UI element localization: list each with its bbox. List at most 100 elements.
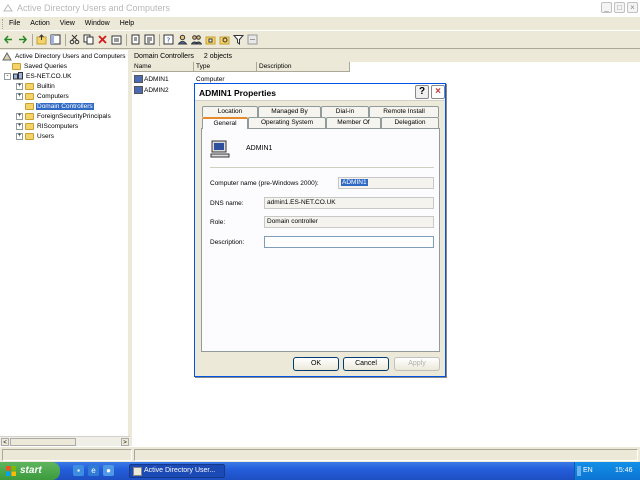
- expand-icon[interactable]: +: [16, 122, 23, 130]
- show-desktop-icon[interactable]: ▪: [73, 465, 84, 476]
- tab-general[interactable]: General: [202, 117, 248, 129]
- find-icon[interactable]: [219, 34, 230, 45]
- tree-root[interactable]: Active Directory Users and Computers: [2, 51, 127, 61]
- delegate-icon[interactable]: [247, 34, 258, 45]
- pre2000-name-field[interactable]: ADMIN1: [338, 177, 434, 189]
- tree-item-domain-controllers[interactable]: Domain Controllers: [25, 101, 94, 111]
- tree-item-foreign-security-principals[interactable]: + ForeignSecurityPrincipals: [16, 111, 112, 121]
- taskbar-item-aduc[interactable]: Active Directory User...: [129, 464, 225, 478]
- tab-delegation[interactable]: Delegation: [381, 117, 439, 128]
- object-count: 2 objects: [203, 52, 232, 60]
- refresh-icon[interactable]: [130, 34, 141, 45]
- domain-icon: [13, 72, 23, 80]
- language-indicator[interactable]: EN: [583, 467, 593, 474]
- role-field[interactable]: Domain controller: [264, 216, 434, 228]
- help-button[interactable]: ?: [415, 85, 429, 99]
- tray-icon[interactable]: [577, 466, 581, 476]
- tree-item-saved-queries[interactable]: Saved Queries: [12, 61, 68, 71]
- title-bar[interactable]: Active Directory Users and Computers _ □…: [0, 0, 640, 17]
- close-button[interactable]: ×: [431, 85, 445, 99]
- dialog-title-bar[interactable]: ADMIN1 Properties ? ×: [195, 84, 445, 101]
- minimize-button[interactable]: _: [601, 2, 612, 13]
- pre2000-name-label: Computer name (pre-Windows 2000):: [210, 180, 319, 187]
- description-field[interactable]: [264, 236, 434, 248]
- tab-member-of[interactable]: Member Of: [326, 117, 381, 128]
- tab-managed-by[interactable]: Managed By: [258, 106, 321, 117]
- cut-icon[interactable]: [69, 34, 80, 45]
- tab-operating-system[interactable]: Operating System: [248, 117, 326, 128]
- description-label: Description:: [210, 239, 245, 246]
- menu-file[interactable]: File: [9, 20, 20, 27]
- tree-item-label: RIScomputers: [37, 122, 79, 130]
- menu-action[interactable]: Action: [30, 20, 49, 27]
- expand-icon[interactable]: +: [16, 132, 23, 140]
- scroll-left-icon[interactable]: <: [1, 438, 9, 446]
- collapse-icon[interactable]: -: [4, 72, 11, 80]
- toolbar-separator: [159, 33, 160, 46]
- delete-icon[interactable]: [97, 34, 108, 45]
- tab-remote-install[interactable]: Remote Install: [369, 106, 439, 117]
- new-group-icon[interactable]: [191, 34, 202, 45]
- show-tree-icon[interactable]: [50, 34, 61, 45]
- column-header-description[interactable]: Description: [257, 62, 350, 72]
- aduc-root-icon: [2, 51, 12, 60]
- menu-help[interactable]: Help: [120, 20, 134, 27]
- tree-horizontal-scrollbar[interactable]: < >: [0, 436, 130, 446]
- tree-item-riscomputers[interactable]: + RIScomputers: [16, 121, 79, 131]
- filter-icon[interactable]: [233, 34, 244, 45]
- help-icon[interactable]: ?: [163, 34, 174, 45]
- folder-icon: [25, 92, 34, 100]
- svg-text:?: ?: [167, 37, 171, 45]
- scroll-right-icon[interactable]: >: [121, 438, 129, 446]
- close-button[interactable]: ×: [627, 2, 638, 13]
- media-player-icon[interactable]: ●: [103, 465, 114, 476]
- ou-folder-icon: [25, 102, 34, 110]
- column-header-type[interactable]: Type: [194, 62, 257, 72]
- status-cell: [2, 449, 132, 461]
- folder-icon: [25, 82, 34, 90]
- tab-dial-in[interactable]: Dial-in: [321, 106, 369, 117]
- new-user-icon[interactable]: [177, 34, 188, 45]
- back-icon[interactable]: [3, 34, 14, 45]
- properties-icon[interactable]: [111, 34, 122, 45]
- general-tab-panel: ADMIN1 Computer name (pre-Windows 2000):…: [201, 128, 440, 352]
- export-icon[interactable]: [144, 34, 155, 45]
- pre2000-name-value: ADMIN1: [341, 179, 368, 186]
- expand-icon[interactable]: +: [16, 82, 23, 90]
- apply-button[interactable]: Apply: [394, 357, 440, 371]
- tree-item-computers[interactable]: + Computers: [16, 91, 70, 101]
- scroll-thumb[interactable]: [10, 438, 76, 446]
- maximize-button[interactable]: □: [614, 2, 625, 13]
- copy-icon[interactable]: [83, 34, 94, 45]
- tree-root-label: Active Directory Users and Computers: [15, 52, 126, 60]
- new-ou-icon[interactable]: [205, 34, 216, 45]
- expand-icon[interactable]: +: [16, 112, 23, 120]
- forward-icon[interactable]: [17, 34, 28, 45]
- menu-window[interactable]: Window: [85, 20, 110, 27]
- role-label: Role:: [210, 219, 226, 226]
- computer-icon: [134, 75, 143, 83]
- toolbar-separator: [65, 33, 66, 46]
- container-title: Domain Controllers: [134, 52, 194, 60]
- up-icon[interactable]: [36, 34, 47, 45]
- expand-icon[interactable]: +: [16, 92, 23, 100]
- tree-item-domain[interactable]: - ES-NET.CO.UK: [4, 71, 73, 81]
- internet-explorer-icon[interactable]: e: [88, 465, 99, 476]
- clock[interactable]: 15:46: [615, 467, 633, 474]
- tree-item-builtin[interactable]: + Builtin: [16, 81, 56, 91]
- menu-view[interactable]: View: [60, 20, 75, 27]
- taskbar: start ▪ e ● Active Directory User... EN …: [0, 462, 640, 480]
- dns-name-field[interactable]: admin1.ES-NET.CO.UK: [264, 197, 434, 209]
- tree-item-label: Computers: [37, 92, 69, 100]
- tab-location[interactable]: Location: [202, 106, 258, 117]
- taskbar-item-label: Active Directory User...: [144, 467, 216, 474]
- start-button[interactable]: start: [0, 462, 60, 480]
- tree-item-users[interactable]: + Users: [16, 131, 55, 141]
- column-header-name[interactable]: Name: [132, 62, 194, 72]
- list-item[interactable]: ADMIN2: [132, 85, 196, 95]
- tree-item-label: ES-NET.CO.UK: [26, 72, 72, 80]
- cancel-button[interactable]: Cancel: [343, 357, 389, 371]
- console-tree[interactable]: Active Directory Users and Computers Sav…: [0, 50, 130, 446]
- windows-flag-icon: [6, 466, 16, 476]
- ok-button[interactable]: OK: [293, 357, 339, 371]
